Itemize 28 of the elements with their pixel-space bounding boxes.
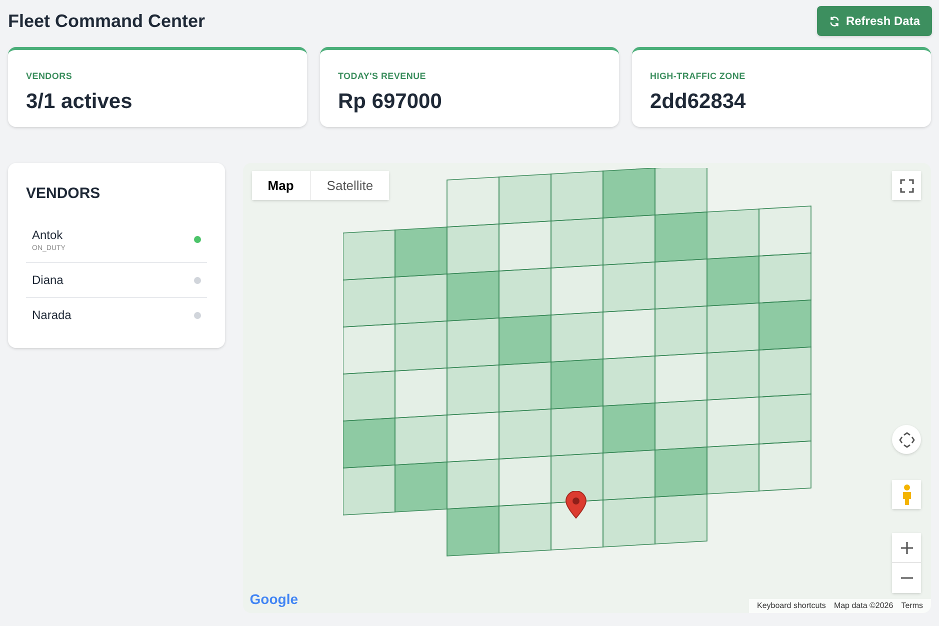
stat-value: Rp 697000 bbox=[338, 88, 443, 114]
attribution-link[interactable]: Map data ©2026 bbox=[834, 600, 894, 612]
vendor-name: Antok bbox=[32, 226, 64, 244]
page-title: Fleet Command Center bbox=[8, 10, 206, 32]
vendor-name: Narada bbox=[32, 307, 72, 324]
stat-label: VENDORS bbox=[26, 70, 74, 83]
refresh-button[interactable]: Refresh Data bbox=[816, 6, 932, 36]
fullscreen-icon bbox=[900, 178, 914, 192]
map-pin-icon bbox=[564, 491, 587, 519]
attribution-link[interactable]: Keyboard shortcuts bbox=[757, 600, 826, 612]
vendor-item[interactable]: Narada bbox=[26, 298, 207, 332]
attribution-link[interactable]: Terms bbox=[901, 600, 923, 612]
stat-label: HIGH-TRAFFIC ZONE bbox=[650, 70, 746, 83]
move-arrows-icon bbox=[898, 432, 914, 448]
stat-label: TODAY'S REVENUE bbox=[338, 70, 428, 83]
person-icon bbox=[900, 484, 912, 506]
plus-icon bbox=[900, 542, 912, 554]
stat-value: 3/1 actives bbox=[26, 88, 134, 114]
map-type-tab[interactable]: Map bbox=[252, 171, 310, 200]
camera-control-button[interactable] bbox=[892, 425, 921, 454]
vendor-name: Diana bbox=[32, 272, 64, 289]
vendor-item[interactable]: Diana bbox=[26, 263, 207, 298]
map-type-tab[interactable]: Satellite bbox=[310, 171, 390, 200]
map-logo: Google bbox=[250, 590, 298, 609]
stat-value: 2dd62834 bbox=[650, 88, 747, 114]
panel-title: VENDORS bbox=[26, 184, 102, 204]
refresh-icon bbox=[828, 16, 840, 26]
fullscreen-button[interactable] bbox=[892, 171, 921, 200]
